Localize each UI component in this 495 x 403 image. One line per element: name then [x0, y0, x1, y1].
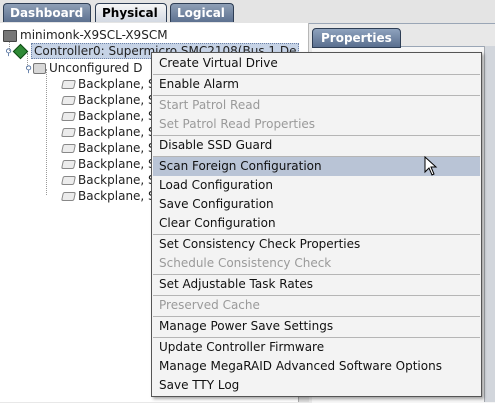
menu-item-update-controller-firmware[interactable]: Update Controller Firmware	[153, 338, 480, 357]
backplane-label: Backplane, S	[78, 77, 156, 91]
backplane-icon	[61, 128, 76, 137]
backplane-label: Backplane, S	[78, 141, 156, 155]
menu-item-set-consistency-check-properties[interactable]: Set Consistency Check Properties	[153, 235, 480, 254]
menu-item-enable-alarm[interactable]: Enable Alarm	[153, 75, 480, 94]
tree-connector	[46, 69, 47, 195]
backplane-icon	[61, 192, 76, 201]
tree-node-backplane[interactable]: Backplane, S	[61, 92, 156, 108]
backplane-label: Backplane, S	[78, 189, 156, 203]
properties-scrollbar[interactable]	[484, 46, 495, 402]
backplane-icon	[61, 160, 76, 169]
menu-item-preserved-cache: Preserved Cache	[159, 298, 260, 312]
tree-node-backplane[interactable]: Backplane, S	[61, 108, 156, 124]
tree-node-unconfigured[interactable]: ⚲ Unconfigured D	[24, 60, 142, 76]
menu-item-set-patrol-read-properties: Set Patrol Read Properties	[159, 117, 316, 131]
menu-item-create-virtual-drive[interactable]: Create Virtual Drive	[153, 54, 480, 73]
menu-item-schedule-consistency-check: Schedule Consistency Check	[159, 256, 332, 270]
backplane-label: Backplane, S	[78, 109, 156, 123]
menu-item-disable-ssd-guard[interactable]: Disable SSD Guard	[153, 136, 480, 155]
backplane-icon	[61, 176, 76, 185]
menu-item-clear-configuration[interactable]: Clear Configuration	[153, 214, 480, 233]
backplane-label: Backplane, S	[78, 157, 156, 171]
menu-item-load-configuration[interactable]: Load Configuration	[153, 176, 480, 195]
server-label: minimonk-X9SCL-X9SCM	[20, 28, 168, 42]
backplane-label: Backplane, S	[78, 173, 156, 187]
backplane-icon	[61, 80, 76, 89]
backplane-label: Backplane, S	[78, 125, 156, 139]
tab-physical[interactable]: Physical	[95, 3, 167, 22]
menu-item-start-patrol-read: Start Patrol Read	[159, 98, 261, 112]
backplane-icon	[61, 112, 76, 121]
tab-dashboard[interactable]: Dashboard	[3, 3, 91, 22]
menu-item-save-tty-log[interactable]: Save TTY Log	[153, 376, 480, 395]
tree-node-server[interactable]: minimonk-X9SCL-X9SCM	[3, 27, 168, 43]
tree-node-backplane[interactable]: Backplane, S	[61, 188, 156, 204]
backplane-icon	[61, 144, 76, 153]
tree-node-backplane[interactable]: Backplane, S	[61, 140, 156, 156]
main-tab-bar: Dashboard Physical Logical	[0, 0, 495, 24]
tab-properties[interactable]: Properties	[312, 28, 401, 48]
server-icon	[3, 29, 17, 42]
menu-item-set-adjustable-task-rates[interactable]: Set Adjustable Task Rates	[153, 275, 480, 294]
tree-node-backplane[interactable]: Backplane, S	[61, 76, 156, 92]
tree-node-backplane[interactable]: Backplane, S	[61, 172, 156, 188]
controller-icon	[12, 43, 29, 60]
backplane-icon	[61, 96, 76, 105]
collapse-toggle-icon[interactable]: ⚲	[24, 62, 33, 78]
tree-node-backplane[interactable]: Backplane, S	[61, 124, 156, 140]
controller-context-menu: Create Virtual Drive Enable Alarm Start …	[151, 52, 482, 397]
mouse-pointer-icon	[424, 156, 438, 176]
group-label: Unconfigured D	[49, 61, 143, 75]
collapse-toggle-icon[interactable]: ⚲	[4, 45, 13, 61]
tree-node-backplane[interactable]: Backplane, S	[61, 156, 156, 172]
menu-item-save-configuration[interactable]: Save Configuration	[153, 195, 480, 214]
drive-group-icon	[33, 63, 46, 74]
tab-logical[interactable]: Logical	[170, 3, 234, 22]
menu-item-manage-megaraid-advanced-options[interactable]: Manage MegaRAID Advanced Software Option…	[153, 357, 480, 376]
backplane-label: Backplane, S	[78, 93, 156, 107]
menu-item-manage-power-save-settings[interactable]: Manage Power Save Settings	[153, 317, 480, 336]
